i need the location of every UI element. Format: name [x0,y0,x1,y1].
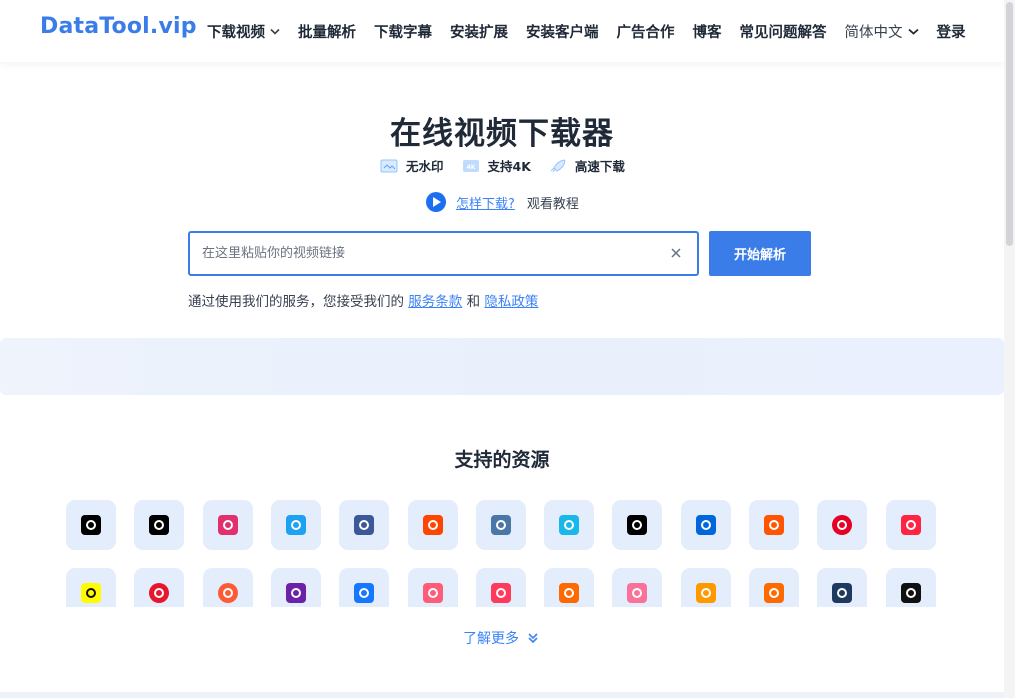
dailymotion-tile[interactable] [681,500,731,550]
douyin-tile[interactable] [134,500,184,550]
svg-text:4K: 4K [466,164,475,171]
kuaishou-icon [218,583,238,603]
terms-and: 和 [466,294,481,310]
privacy-policy-link[interactable]: 隐私政策 [484,294,538,310]
weibo-icon [149,583,169,603]
nav-download-video[interactable]: 下载视频 [207,21,280,42]
rocket-icon [549,158,567,173]
learn-more-link[interactable]: 了解更多 [463,628,539,648]
nav-faq[interactable]: 常见问题解答 [740,21,827,42]
soundcloud-tile[interactable] [749,500,799,550]
threads-tile[interactable] [612,500,662,550]
learn-more-label: 了解更多 [463,631,519,647]
tiktok-tile[interactable] [66,500,116,550]
language-label: 简体中文 [844,24,903,41]
twitter-tile[interactable] [271,500,321,550]
terms-prefix: 通过使用我们的服务，您接受我们的 [188,294,404,310]
nav-batch-parse[interactable]: 批量解析 [298,21,356,42]
twitter-icon [286,515,306,535]
chevron-down-icon [907,28,919,35]
xiaohongshu-tile[interactable] [886,500,936,550]
vimeo-tile[interactable] [544,500,594,550]
feature-fast-download: 高速下载 [549,156,625,175]
facebook-icon [354,515,374,535]
tiktok-icon [81,515,101,535]
no-watermark-icon [380,159,398,173]
threads-icon [627,515,647,535]
capcut-icon [832,583,852,603]
feature-fast-download-label: 高速下载 [574,159,625,174]
vimeo-icon [559,515,579,535]
autohome-icon [354,583,374,603]
feature-list: 无水印 4K 支持4K 高速下载 [380,156,643,175]
grid-fade [0,607,1004,623]
close-icon[interactable] [669,245,683,259]
watch-tutorial-text: 观看教程 [526,196,579,212]
main-nav: 下载视频 批量解析 下载字幕 安装扩展 安装客户端 广告合作 博客 常见问题解答… [207,0,984,62]
nav-download-subtitles[interactable]: 下载字幕 [374,21,432,42]
kuaishou-orange-icon [559,583,579,603]
search-box [188,231,699,276]
video-player-icon [286,583,306,603]
top-header: DataTool.vip 下载视频 批量解析 下载字幕 安装扩展 安装客户端 广… [0,0,1004,62]
nav-advertising[interactable]: 广告合作 [617,21,675,42]
dailymotion-icon [696,515,716,535]
pipixia-icon [423,583,443,603]
pinterest-icon [832,515,852,535]
bilibili-pink-icon [627,583,647,603]
nav-install-client[interactable]: 安装客户端 [526,21,599,42]
soundcloud-icon [764,515,784,535]
login-link[interactable]: 登录 [937,21,966,42]
play-icon[interactable] [426,192,446,212]
kuaishou-alt-icon [764,583,784,603]
terms-of-service-link[interactable]: 服务条款 [408,294,462,310]
start-parse-button[interactable]: 开始解析 [709,231,811,276]
pinterest-tile[interactable] [817,500,867,550]
feature-4k-label: 支持4K [487,159,531,174]
nav-download-video-label: 下载视频 [207,24,265,41]
site-logo[interactable]: DataTool.vip [40,14,197,39]
reddit-icon [423,515,443,535]
heart-app-icon [901,583,921,603]
banner-strip [0,338,1004,395]
howto-row: 怎样下载? 观看教程 [426,192,579,212]
instagram-icon [218,515,238,535]
vk-icon [491,515,511,535]
chevron-down-icon [270,28,280,35]
vk-tile[interactable] [476,500,526,550]
page-title: 在线视频下载器 [390,116,614,152]
nav-install-extension[interactable]: 安装扩展 [450,21,508,42]
double-chevron-down-icon [528,633,538,644]
nav-blog[interactable]: 博客 [693,21,722,42]
mp-icon [491,583,511,603]
amazon-icon [696,583,716,603]
snapchat-icon [81,583,101,603]
language-selector[interactable]: 简体中文 [845,21,919,42]
instagram-tile[interactable] [203,500,253,550]
feature-no-watermark-label: 无水印 [406,159,444,174]
scrollbar-thumb[interactable] [1006,2,1013,246]
feature-4k: 4K 支持4K [462,156,531,175]
4k-icon: 4K [462,159,480,173]
xiaohongshu-icon [901,515,921,535]
reddit-tile[interactable] [408,500,458,550]
feature-no-watermark: 无水印 [380,156,444,175]
facebook-tile[interactable] [339,500,389,550]
douyin-icon [149,515,169,535]
howto-link[interactable]: 怎样下载? [456,193,515,212]
resources-title: 支持的资源 [454,449,550,471]
terms-notice: 通过使用我们的服务，您接受我们的 服务条款 和 隐私政策 [188,290,538,310]
footer-divider [0,692,1004,698]
video-url-input[interactable] [190,233,650,274]
